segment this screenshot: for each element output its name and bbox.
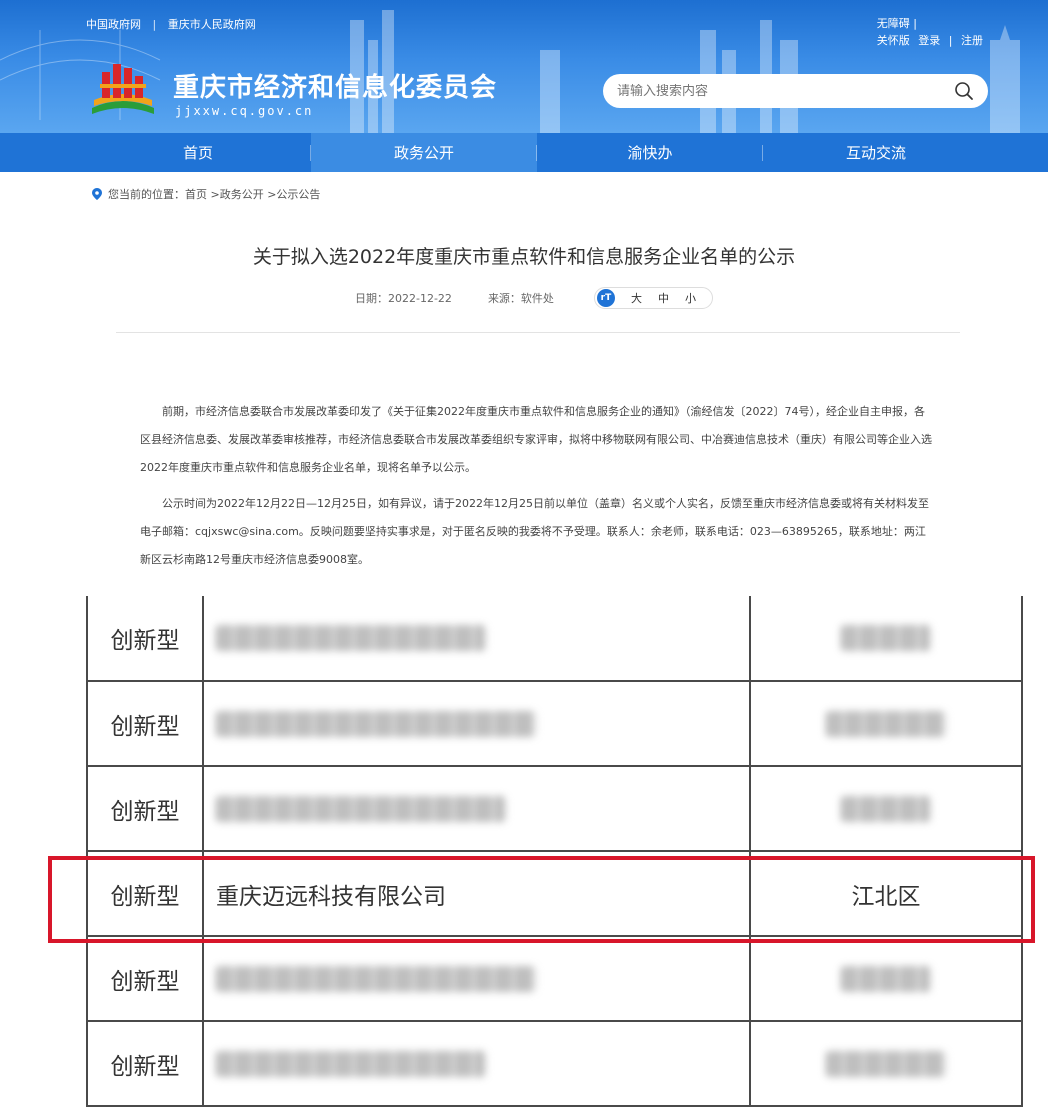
nav-item-gov-affairs[interactable]: 政务公开 bbox=[311, 133, 537, 172]
company-name-cell-redacted bbox=[202, 1020, 751, 1107]
company-name-cell-redacted bbox=[202, 596, 751, 682]
enterprise-type-cell: 创新型 bbox=[86, 680, 204, 767]
district-cell-redacted bbox=[749, 680, 1023, 767]
title-divider bbox=[116, 332, 960, 333]
table-row: 创新型 bbox=[86, 935, 1023, 1022]
enterprise-type-cell: 创新型 bbox=[86, 1020, 204, 1107]
enterprise-type-cell: 创新型 bbox=[86, 935, 204, 1022]
article-paragraph: 公示时间为2022年12月22日—12月25日，如有异议，请于2022年12月2… bbox=[140, 497, 929, 566]
enterprise-type-cell: 创新型 bbox=[86, 596, 204, 682]
redacted-text bbox=[216, 795, 506, 822]
nav-item-yukuaiban[interactable]: 渝快办 bbox=[537, 133, 763, 172]
separator: | bbox=[948, 34, 953, 47]
district-cell-redacted bbox=[749, 765, 1023, 852]
font-size-small-button[interactable]: 小 bbox=[685, 290, 696, 306]
company-name-cell-redacted bbox=[202, 765, 751, 852]
site-domain: jjxxw.cq.gov.cn bbox=[175, 104, 314, 118]
nav-item-interaction[interactable]: 互动交流 bbox=[763, 133, 989, 172]
main-nav: 首页 政务公开 渝快办 互动交流 bbox=[0, 133, 1048, 172]
highlight-box bbox=[48, 856, 1035, 943]
site-title[interactable]: 重庆市经济和信息化委员会 bbox=[173, 67, 497, 104]
top-links: 中国政府网 | 重庆市人民政府网 bbox=[86, 16, 264, 32]
company-name-cell-redacted bbox=[202, 935, 751, 1022]
separator: | bbox=[152, 18, 157, 31]
redacted-text bbox=[826, 1050, 946, 1077]
search-box[interactable] bbox=[603, 74, 988, 108]
district-cell-redacted bbox=[749, 1020, 1023, 1107]
enterprise-table: 创新型 创新型 创新型 创新型 重庆迈远科技有限公司 江北区 创新型 创新型 bbox=[86, 596, 1023, 1107]
enterprise-list-table-image: 创新型 创新型 创新型 创新型 重庆迈远科技有限公司 江北区 创新型 创新型 bbox=[86, 596, 1023, 1107]
enterprise-type-cell: 创新型 bbox=[86, 765, 204, 852]
nav-item-label: 首页 bbox=[182, 144, 213, 162]
article-meta: 日期：2022-12-22 来源：软件处 rT 大 中 小 bbox=[355, 287, 713, 309]
article-source: 来源：软件处 bbox=[487, 292, 554, 305]
font-size-medium-button[interactable]: 中 bbox=[658, 290, 669, 306]
redacted-text bbox=[216, 965, 536, 992]
nav-item-label: 政务公开 bbox=[393, 144, 454, 162]
redacted-text bbox=[841, 625, 931, 652]
redacted-text bbox=[826, 710, 946, 737]
font-size-switcher: rT 大 中 小 bbox=[593, 287, 713, 309]
redacted-text bbox=[216, 625, 486, 652]
search-icon[interactable] bbox=[954, 81, 974, 101]
article-paragraph: 前期，市经济信息委联合市发展改革委印发了《关于征集2022年度重庆市重点软件和信… bbox=[140, 405, 932, 474]
site-header: 中国政府网 | 重庆市人民政府网 无障碍 | 关怀版 登录 | 注册 重庆市经济… bbox=[0, 0, 1048, 133]
accessibility-link[interactable]: 无障碍 bbox=[877, 17, 910, 30]
breadcrumb-text[interactable]: 您当前的位置：首页 >政务公开 >公示公告 bbox=[108, 186, 320, 202]
nav-item-label: 渝快办 bbox=[627, 144, 673, 162]
breadcrumb: 您当前的位置：首页 >政务公开 >公示公告 bbox=[92, 186, 320, 202]
search-input[interactable] bbox=[617, 83, 954, 99]
location-pin-icon bbox=[92, 188, 102, 200]
elder-mode-link[interactable]: 关怀版 bbox=[877, 34, 910, 47]
nav-item-label: 互动交流 bbox=[845, 144, 906, 162]
table-row: 创新型 bbox=[86, 680, 1023, 767]
company-name-cell-redacted bbox=[202, 680, 751, 767]
redacted-text bbox=[841, 795, 931, 822]
register-link[interactable]: 注册 bbox=[961, 34, 983, 47]
district-cell-redacted bbox=[749, 935, 1023, 1022]
redacted-text bbox=[216, 710, 536, 737]
district-cell-redacted bbox=[749, 596, 1023, 682]
login-link[interactable]: 登录 bbox=[918, 34, 940, 47]
table-row: 创新型 bbox=[86, 596, 1023, 682]
font-size-icon: rT bbox=[596, 289, 615, 307]
font-size-large-button[interactable]: 大 bbox=[631, 290, 642, 306]
top-right-links: 无障碍 | 关怀版 登录 | 注册 bbox=[876, 17, 983, 47]
redacted-text bbox=[216, 1050, 486, 1077]
city-gov-site-link[interactable]: 重庆市人民政府网 bbox=[168, 18, 256, 31]
table-row: 创新型 bbox=[86, 765, 1023, 852]
redacted-text bbox=[841, 965, 931, 992]
nav-item-home[interactable]: 首页 bbox=[85, 133, 311, 172]
gov-site-link[interactable]: 中国政府网 bbox=[86, 18, 141, 31]
article-date: 日期：2022-12-22 bbox=[355, 292, 452, 305]
site-logo-icon[interactable] bbox=[88, 58, 158, 120]
article-title: 关于拟入选2022年度重庆市重点软件和信息服务企业名单的公示 bbox=[252, 246, 796, 268]
table-row: 创新型 bbox=[86, 1020, 1023, 1107]
